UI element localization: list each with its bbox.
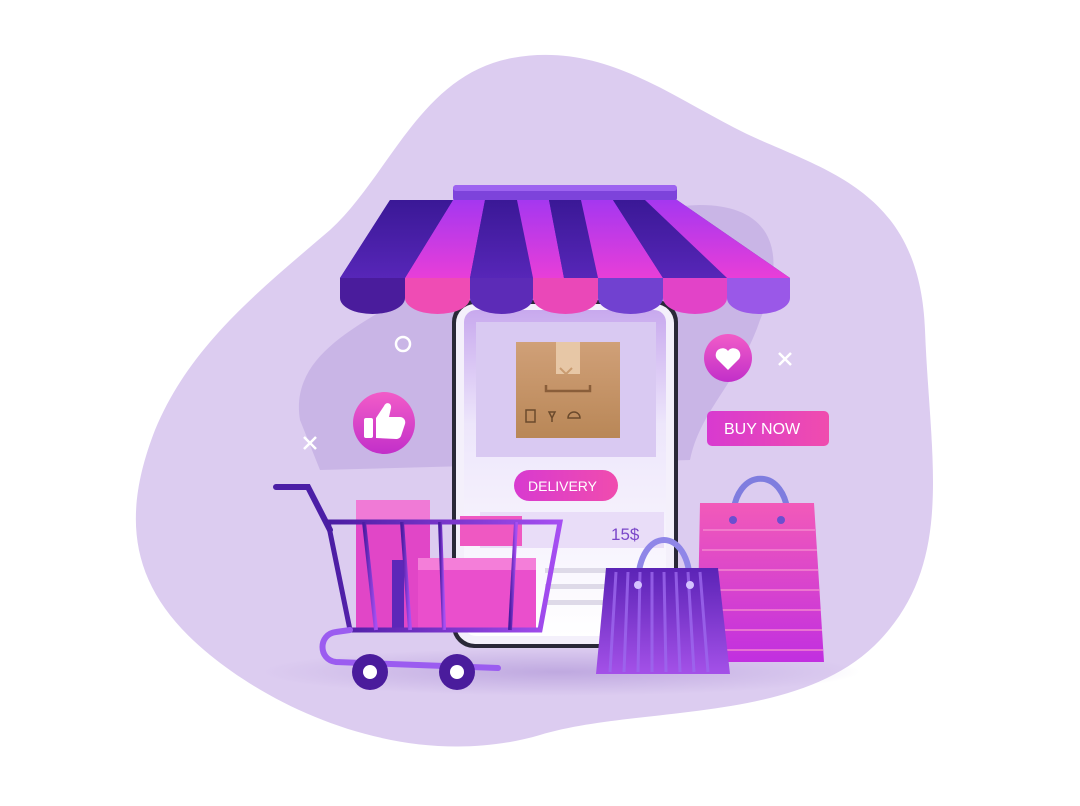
thumbs-up-icon[interactable]	[353, 392, 415, 454]
buy-now-button[interactable]: BUY NOW	[707, 411, 829, 446]
delivery-button[interactable]: DELIVERY	[514, 470, 618, 501]
delivery-label: DELIVERY	[528, 478, 598, 494]
heart-icon[interactable]	[704, 334, 752, 382]
online-shop-illustration: DELIVERY 15$ BUY NOW	[135, 54, 934, 747]
price-label: 15$	[611, 525, 640, 544]
buy-now-label: BUY NOW	[724, 421, 801, 438]
package-box-icon	[516, 342, 620, 438]
